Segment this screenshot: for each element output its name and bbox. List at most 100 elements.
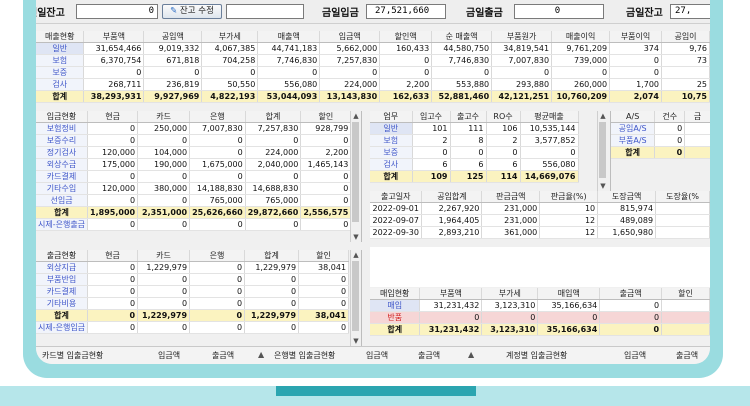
sales-col-header[interactable]: 할인액 xyxy=(379,31,433,43)
sales-col-header[interactable]: 부품액 xyxy=(83,31,145,43)
withdraw-row[interactable]: 부품반입 0 0 0 0 0 xyxy=(36,273,350,286)
business-col-header[interactable]: 출고수 xyxy=(450,111,487,123)
withdraw-col-header[interactable]: 은행 xyxy=(189,250,246,262)
release-col-header[interactable]: 공임합계 xyxy=(421,191,483,203)
business-row[interactable]: 합계 109 125 114 14,669,076 xyxy=(370,170,579,183)
scroll-up-icon[interactable]: ▲ xyxy=(351,111,361,121)
sales-col-header[interactable]: 매출액 xyxy=(257,31,321,43)
balance-edit-button[interactable]: ✎ 잔고 수정 xyxy=(162,4,222,19)
scroll-up-icon[interactable]: ▲ xyxy=(598,111,608,121)
deposit-row[interactable]: 기타수입 120,000 380,000 14,188,830 14,688,830 0 xyxy=(36,182,352,195)
as-row[interactable]: 부품A/S 0 xyxy=(611,134,710,147)
as-col-header[interactable]: 건수 xyxy=(654,111,686,123)
scroll-up-icon[interactable]: ▲ xyxy=(258,350,264,359)
sales-col-header[interactable]: 공임액 xyxy=(143,31,203,43)
prev-balance-field[interactable]: 0 xyxy=(76,4,158,19)
purchase-col-header[interactable]: 부품액 xyxy=(419,288,483,300)
withdraw-col-header[interactable]: 출금현황 xyxy=(36,250,89,262)
purchase-col-header[interactable]: 매입액 xyxy=(537,288,601,300)
as-row[interactable]: 합계 0 xyxy=(611,146,710,159)
withdraw-col-header[interactable]: 할인 xyxy=(298,250,350,262)
card-status-label: 카드별 입출금현황 xyxy=(42,351,104,360)
purchase-col-header[interactable]: 매입현황 xyxy=(370,288,421,300)
deposit-row[interactable]: 카드결제 0 0 0 0 0 xyxy=(36,170,352,183)
deposit-col-header[interactable]: 카드 xyxy=(137,111,191,123)
sales-col-header[interactable]: 공임이 xyxy=(661,31,710,43)
deposit-row[interactable]: 보험정비 0 250,000 7,007,830 7,257,830 928,799 xyxy=(36,122,352,135)
deposit-row[interactable]: 선입금 0 0 765,000 765,000 0 xyxy=(36,194,352,207)
withdraw-row[interactable]: 외상지급 0 1,229,979 0 1,229,979 38,041 xyxy=(36,261,350,274)
deposit-col-header[interactable]: 합계 xyxy=(245,111,302,123)
purchase-col-header[interactable]: 출금액 xyxy=(599,288,663,300)
deposit-row[interactable]: 보증수리 0 0 0 0 0 xyxy=(36,134,352,147)
purchase-col-header[interactable]: 부가세 xyxy=(481,288,539,300)
deposit-scrollbar[interactable]: ▲ ▼ xyxy=(350,111,361,242)
business-scroll-thumb[interactable] xyxy=(599,122,606,178)
release-col-header[interactable]: 판금금액 xyxy=(481,191,541,203)
withdraw-col-header[interactable]: 현금 xyxy=(87,250,139,262)
release-row[interactable]: 2022-09-07 1,964,405 231,000 12 489,089 xyxy=(370,214,710,227)
purchase-col-header[interactable]: 할인 xyxy=(661,288,710,300)
purchase-row[interactable]: 매입 31,231,432 3,123,310 35,166,634 0 xyxy=(370,299,710,312)
release-col-header[interactable]: 도장금액 xyxy=(597,191,657,203)
scroll-down-icon[interactable]: ▼ xyxy=(351,336,361,346)
deposit-row[interactable]: 합계 1,895,000 2,351,000 25,626,660 29,872,660… xyxy=(36,206,352,219)
sales-col-header[interactable]: 매출이익 xyxy=(551,31,611,43)
sales-grid: 매출현황 부품액 공임액 부가세 매출액 입금액 할인액 순 매출액 부품원가 매출이익 부품이익 공… xyxy=(36,31,710,111)
withdraw-row[interactable]: 기타비용 0 0 0 0 0 xyxy=(36,297,350,310)
as-col-header[interactable]: 금 xyxy=(684,111,710,123)
business-col-header[interactable]: 업무 xyxy=(370,111,413,123)
sales-col-header[interactable]: 부품원가 xyxy=(491,31,553,43)
memo-field[interactable] xyxy=(226,4,304,19)
deposit-col-header[interactable]: 할인 xyxy=(300,111,352,123)
deposit-row[interactable]: 시제-은행출금 0 0 0 0 0 xyxy=(36,218,352,231)
sales-row[interactable]: 검사 268,711 236,819 50,550 556,080 224,000 2,20… xyxy=(36,78,710,91)
business-row[interactable]: 보험 2 8 2 3,577,852 xyxy=(370,134,579,147)
sales-col-header[interactable]: 입금액 xyxy=(319,31,381,43)
deposit-col-header[interactable]: 입금현황 xyxy=(36,111,89,123)
sales-col-header[interactable]: 부가세 xyxy=(201,31,259,43)
sales-cell: 160,433 xyxy=(379,42,433,55)
business-col-header[interactable]: 평균매출 xyxy=(520,111,579,123)
sales-row[interactable]: 일반 31,654,466 9,019,332 4,067,385 44,741,183… xyxy=(36,42,710,55)
as-col-header[interactable]: A/S xyxy=(611,111,656,123)
sales-col-header[interactable]: 부품이익 xyxy=(609,31,662,43)
business-row[interactable]: 검사 6 6 6 556,080 xyxy=(370,158,579,171)
scroll-down-icon[interactable]: ▼ xyxy=(351,232,361,242)
business-row[interactable]: 보증 0 0 0 0 xyxy=(370,146,579,159)
release-row[interactable]: 2022-09-30 2,893,210 361,000 12 1,650,980 xyxy=(370,226,710,239)
purchase-row[interactable]: 합계 31,231,432 3,123,310 35,166,634 0 xyxy=(370,323,710,336)
business-col-header[interactable]: 입고수 xyxy=(412,111,451,123)
release-col-header[interactable]: 판금율(%) xyxy=(539,191,599,203)
release-row[interactable]: 2022-09-01 2,267,920 231,000 10 815,974 xyxy=(370,202,710,215)
sales-cell: 44,580,750 xyxy=(431,42,493,55)
withdraw-row[interactable]: 합계 0 1,229,979 0 1,229,979 38,041 xyxy=(36,309,350,322)
business-col-header[interactable]: RO수 xyxy=(486,111,521,123)
purchase-row[interactable]: 반품 0 0 0 0 xyxy=(370,311,710,324)
business-row[interactable]: 일반 101 111 106 10,535,144 xyxy=(370,122,579,135)
withdraw-col-header[interactable]: 카드 xyxy=(137,250,191,262)
withdraw-col-header[interactable]: 합계 xyxy=(244,250,300,262)
sales-row[interactable]: 합계 38,293,931 9,927,969 4,822,193 53,044,093… xyxy=(36,90,710,103)
deposit-row[interactable]: 외상수금 175,000 190,000 1,675,000 2,040,000 1,46… xyxy=(36,158,352,171)
scroll-up-icon[interactable]: ▲ xyxy=(468,350,474,359)
scroll-down-icon[interactable]: ▼ xyxy=(598,181,608,191)
deposit-row[interactable]: 정기검사 120,000 104,000 0 224,000 2,200 xyxy=(36,146,352,159)
deposit-col-header[interactable]: 현금 xyxy=(87,111,139,123)
business-scrollbar[interactable]: ▲ ▼ xyxy=(597,111,608,191)
sales-cell: 0 xyxy=(431,66,493,79)
withdraw-row[interactable]: 카드결제 0 0 0 0 0 xyxy=(36,285,350,298)
sales-col-header[interactable]: 순 매출액 xyxy=(431,31,493,43)
scroll-up-icon[interactable]: ▲ xyxy=(351,250,361,260)
deposit-scroll-thumb[interactable] xyxy=(352,122,359,222)
release-col-header[interactable]: 출고일자 xyxy=(370,191,423,203)
withdraw-scrollbar[interactable]: ▲ ▼ xyxy=(350,250,361,346)
release-col-header[interactable]: 도장율(% xyxy=(655,191,710,203)
deposit-col-header[interactable]: 은행 xyxy=(189,111,246,123)
sales-col-header[interactable]: 매출현황 xyxy=(36,31,85,43)
sales-row[interactable]: 보험 6,370,754 671,818 704,258 7,746,830 7,257,… xyxy=(36,54,710,67)
sales-row[interactable]: 보증 0 0 0 0 0 0 0 0 0 0 xyxy=(36,66,710,79)
as-row[interactable]: 공임A/S 0 xyxy=(611,122,710,135)
withdraw-row[interactable]: 시제-은행입금 0 0 0 0 0 xyxy=(36,321,350,334)
withdraw-scroll-thumb[interactable] xyxy=(352,261,359,331)
